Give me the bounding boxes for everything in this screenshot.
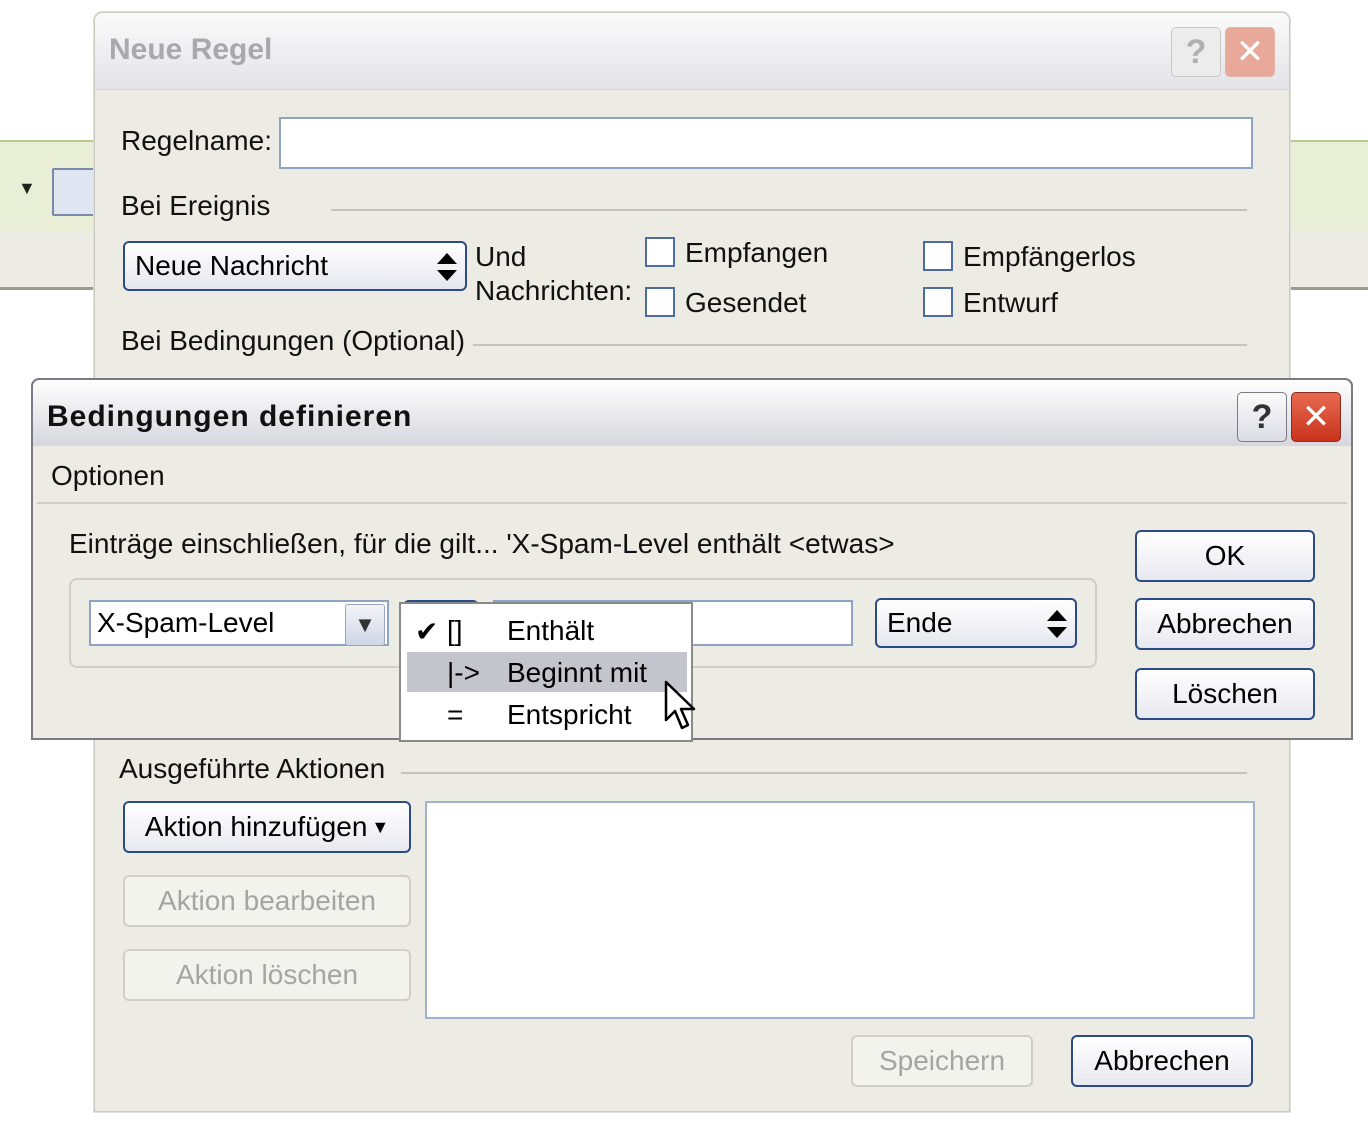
checkbox-empfaengerlos-label: Empfängerlos bbox=[963, 241, 1136, 272]
actions-separator bbox=[401, 772, 1247, 774]
menu-optionen[interactable]: Optionen bbox=[51, 460, 165, 492]
dialog-title: Bedingungen definieren bbox=[47, 400, 413, 433]
dialog-menubar: Optionen bbox=[37, 450, 1347, 504]
operator-popup-menu: ✔ [] Enthält |-> Beginnt mit = Entsprich… bbox=[399, 602, 693, 742]
end-select-value: Ende bbox=[887, 607, 953, 638]
condition-description: Einträge einschließen, für die gilt... '… bbox=[69, 528, 895, 559]
menu-item-entspricht[interactable]: = Entspricht bbox=[407, 694, 687, 734]
background-dropdown-arrow-icon[interactable]: ▼ bbox=[18, 178, 36, 199]
chevron-down-icon[interactable]: ▼ bbox=[345, 604, 385, 646]
updown-arrows-icon bbox=[1047, 610, 1067, 638]
new-rule-close-button[interactable]: ✕ bbox=[1225, 27, 1275, 77]
main-cancel-button[interactable]: Abbrechen bbox=[1071, 1035, 1253, 1087]
updown-arrows-icon bbox=[437, 253, 457, 281]
menu-item-symbol: |-> bbox=[447, 657, 480, 688]
edit-action-button[interactable]: Aktion bearbeiten bbox=[123, 875, 411, 927]
event-select-value: Neue Nachricht bbox=[135, 250, 328, 281]
dialog-delete-button[interactable]: Löschen bbox=[1135, 668, 1315, 720]
rule-name-label: Regelname: bbox=[121, 125, 272, 156]
dialog-titlebar: Bedingungen definieren ? ✕ bbox=[33, 380, 1351, 446]
new-rule-help-button[interactable]: ? bbox=[1171, 27, 1221, 77]
dialog-close-button[interactable]: ✕ bbox=[1291, 392, 1341, 442]
checkbox-entwurf[interactable] bbox=[923, 287, 953, 317]
new-rule-title: Neue Regel bbox=[109, 33, 273, 66]
end-select[interactable]: Ende bbox=[875, 598, 1077, 648]
event-separator bbox=[331, 209, 1247, 211]
add-action-label: Aktion hinzufügen bbox=[144, 811, 368, 842]
conditions-separator bbox=[473, 344, 1247, 346]
rule-name-input[interactable] bbox=[279, 117, 1253, 169]
menu-item-beginnt-mit[interactable]: |-> Beginnt mit bbox=[407, 652, 687, 692]
nachrichten-label: Nachrichten: bbox=[475, 275, 633, 306]
menu-item-label: Entspricht bbox=[507, 699, 632, 730]
field-combo-value: X-Spam-Level bbox=[97, 607, 275, 638]
menu-item-enthaelt[interactable]: ✔ [] Enthält bbox=[407, 610, 687, 650]
chevron-down-icon: ▼ bbox=[371, 816, 390, 837]
menu-item-symbol: [] bbox=[447, 615, 463, 646]
menu-item-label: Enthält bbox=[507, 615, 595, 646]
save-button[interactable]: Speichern bbox=[851, 1035, 1033, 1087]
menu-item-label: Beginnt mit bbox=[507, 657, 648, 688]
ok-button[interactable]: OK bbox=[1135, 530, 1315, 582]
field-combo[interactable]: X-Spam-Level ▼ bbox=[89, 600, 389, 646]
event-select[interactable]: Neue Nachricht bbox=[123, 241, 467, 291]
dialog-help-button[interactable]: ? bbox=[1237, 392, 1287, 442]
new-rule-titlebar: Neue Regel ? ✕ bbox=[95, 13, 1289, 90]
delete-action-button[interactable]: Aktion löschen bbox=[123, 949, 411, 1001]
checkbox-empfangen[interactable] bbox=[645, 237, 675, 267]
mouse-cursor-icon bbox=[664, 680, 696, 730]
actions-section-label: Ausgeführte Aktionen bbox=[119, 753, 386, 784]
checkbox-entwurf-label: Entwurf bbox=[963, 287, 1058, 318]
actions-list[interactable] bbox=[425, 801, 1255, 1019]
dialog-cancel-button[interactable]: Abbrechen bbox=[1135, 598, 1315, 650]
checkmark-icon: ✔ bbox=[415, 616, 439, 647]
und-label: Und bbox=[475, 241, 527, 272]
checkbox-empfaengerlos[interactable] bbox=[923, 241, 953, 271]
background-window-icon[interactable] bbox=[52, 168, 96, 216]
conditions-section-label: Bei Bedingungen (Optional) bbox=[121, 325, 466, 356]
add-action-button[interactable]: Aktion hinzufügen ▼ bbox=[123, 801, 411, 853]
menu-item-symbol: = bbox=[447, 699, 464, 730]
checkbox-gesendet[interactable] bbox=[645, 287, 675, 317]
checkbox-gesendet-label: Gesendet bbox=[685, 287, 807, 318]
event-section-label: Bei Ereignis bbox=[121, 190, 271, 221]
checkbox-empfangen-label: Empfangen bbox=[685, 237, 829, 268]
